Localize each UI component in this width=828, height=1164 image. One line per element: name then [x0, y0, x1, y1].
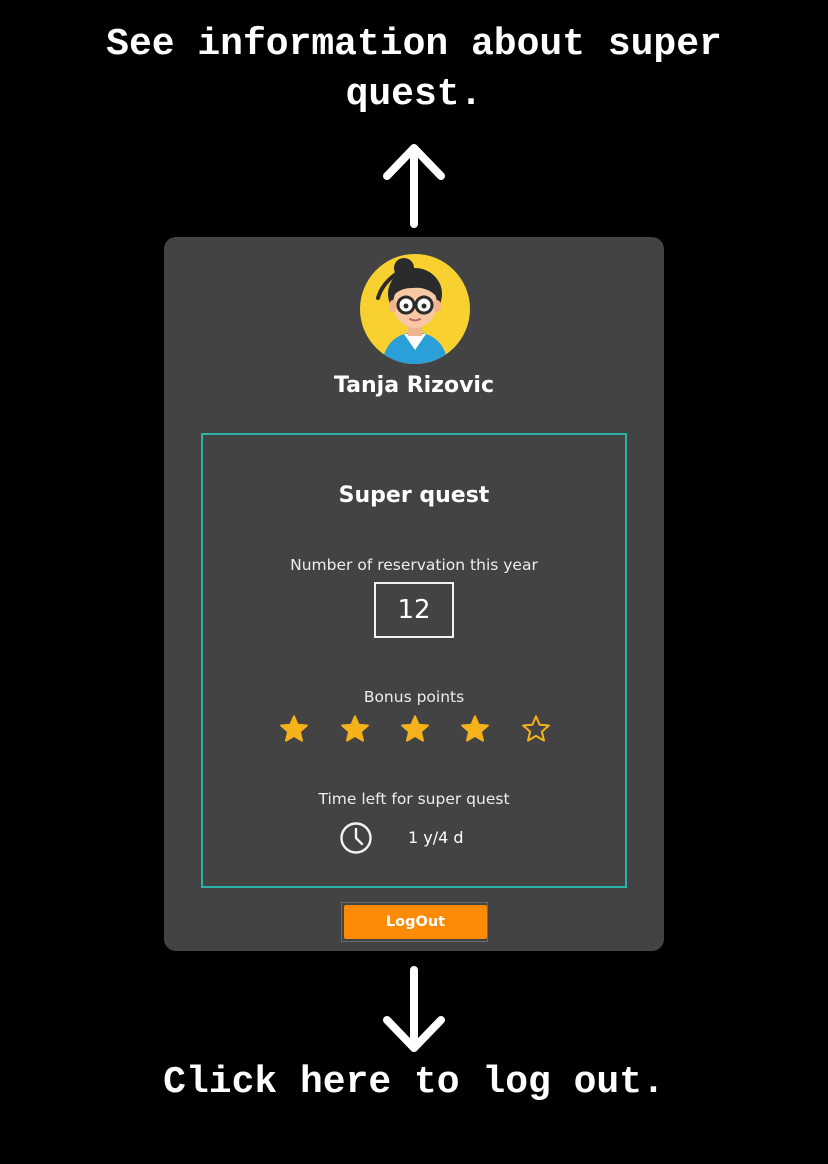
logout-button[interactable]: LogOut	[344, 905, 487, 939]
super-quest-title: Super quest	[338, 483, 490, 508]
star-icon	[280, 715, 308, 742]
clock-icon	[340, 822, 372, 854]
profile-card: Tanja Rizovic Super quest Number of rese…	[164, 237, 664, 951]
arrow-up-icon	[0, 140, 828, 228]
reservations-count: 12	[374, 582, 454, 638]
avatar-girl-icon	[376, 258, 448, 364]
star-icon	[401, 715, 429, 742]
reservations-label: Number of reservation this year	[290, 556, 538, 574]
bonus-points-label: Bonus points	[363, 688, 465, 706]
annotation-logout-hint: Click here to log out.	[163, 1061, 665, 1104]
arrow-down-icon	[0, 966, 828, 1056]
user-name: Tanja Rizovic	[333, 373, 495, 398]
time-left-value: 1 y/4 d	[408, 828, 464, 847]
super-quest-panel: Super quest Number of reservation this y…	[201, 433, 627, 888]
annotation-super-quest-info: See information about super quest.	[106, 23, 722, 116]
avatar	[360, 254, 470, 364]
star-outline-icon	[522, 715, 550, 742]
star-icon	[461, 715, 489, 742]
time-left-label: Time left for super quest	[318, 790, 510, 808]
star-icon	[341, 715, 369, 742]
